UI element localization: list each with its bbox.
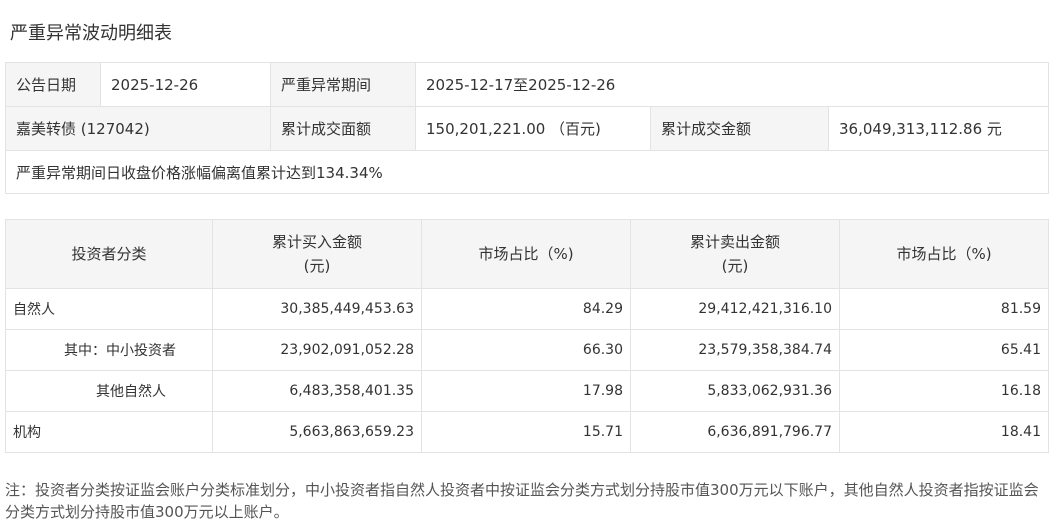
table-row: 自然人 30,385,449,453.63 84.29 29,412,421,3… [5, 288, 1049, 330]
summary-row-deviation: 严重异常期间日收盘价格涨幅偏离值累计达到134.34% [4, 150, 1050, 194]
row-sell-ratio: 65.41 [839, 329, 1049, 371]
row-buy-amount: 6,483,358,401.35 [212, 370, 422, 412]
row-buy-ratio: 66.30 [421, 329, 631, 371]
row-sell-amount: 29,412,421,316.10 [630, 288, 840, 330]
header-sell-amount: 累计卖出金额 (元) [630, 219, 840, 289]
security-name: 嘉美转债 (127042) [5, 106, 271, 151]
row-category: 机构 [5, 411, 213, 453]
header-buy-ratio: 市场占比（%) [421, 219, 631, 289]
row-buy-ratio: 84.29 [421, 288, 631, 330]
amount-value: 36,049,313,112.86 元 [827, 106, 1050, 151]
row-buy-amount: 30,385,449,453.63 [212, 288, 422, 330]
header-sell-ratio: 市场占比（%) [839, 219, 1049, 289]
investor-table: 投资者分类 累计买入金额 (元) 市场占比（%) 累计卖出金额 (元) 市场占比… [5, 219, 1049, 453]
row-buy-amount: 5,663,863,659.23 [212, 411, 422, 453]
abnormal-period-value: 2025-12-17至2025-12-26 [414, 62, 1050, 107]
table-row: 其中：中小投资者 23,902,091,052.28 66.30 23,579,… [5, 329, 1049, 371]
summary-table: 公告日期 2025-12-26 严重异常期间 2025-12-17至2025-1… [4, 62, 1050, 194]
announce-date-label: 公告日期 [5, 62, 101, 107]
row-category: 其中：中小投资者 [5, 329, 213, 371]
amount-label: 累计成交金额 [650, 106, 829, 151]
header-buy-amount: 累计买入金额 (元) [212, 219, 422, 289]
table-header-row: 投资者分类 累计买入金额 (元) 市场占比（%) 累计卖出金额 (元) 市场占比… [5, 219, 1049, 289]
summary-row-volume: 嘉美转债 (127042) 累计成交面额 150,201,221.00 （百元)… [5, 106, 1050, 151]
row-sell-ratio: 18.41 [839, 411, 1049, 453]
volume-label: 累计成交面额 [270, 106, 416, 151]
table-row: 其他自然人 6,483,358,401.35 17.98 5,833,062,9… [5, 370, 1049, 412]
row-buy-amount: 23,902,091,052.28 [212, 329, 422, 371]
row-category: 其他自然人 [5, 370, 213, 412]
row-sell-amount: 5,833,062,931.36 [630, 370, 840, 412]
row-sell-amount: 6,636,891,796.77 [630, 411, 840, 453]
row-buy-ratio: 15.71 [421, 411, 631, 453]
header-buy-amount-line1: 累计买入金额 [271, 233, 362, 251]
row-category: 自然人 [5, 288, 213, 330]
announce-date-value: 2025-12-26 [100, 62, 271, 107]
volume-value: 150,201,221.00 （百元) [415, 106, 651, 151]
row-sell-amount: 23,579,358,384.74 [630, 329, 840, 371]
header-sell-amount-line2: (元) [721, 257, 749, 275]
abnormal-period-label: 严重异常期间 [270, 62, 416, 107]
header-category: 投资者分类 [5, 219, 213, 289]
row-sell-ratio: 81.59 [839, 288, 1049, 330]
page-title: 严重异常波动明细表 [10, 23, 172, 44]
header-sell-amount-line1: 累计卖出金额 [689, 233, 780, 251]
summary-row-dates: 公告日期 2025-12-26 严重异常期间 2025-12-17至2025-1… [5, 62, 1050, 107]
row-buy-ratio: 17.98 [421, 370, 631, 412]
header-buy-amount-line2: (元) [303, 257, 331, 275]
deviation-text: 严重异常期间日收盘价格涨幅偏离值累计达到134.34% [4, 150, 1050, 194]
row-sell-ratio: 16.18 [839, 370, 1049, 412]
footnote: 注：投资者分类按证监会账户分类标准划分，中小投资者指自然人投资者中按证监会分类方… [5, 481, 1039, 521]
table-row: 机构 5,663,863,659.23 15.71 6,636,891,796.… [5, 411, 1049, 453]
